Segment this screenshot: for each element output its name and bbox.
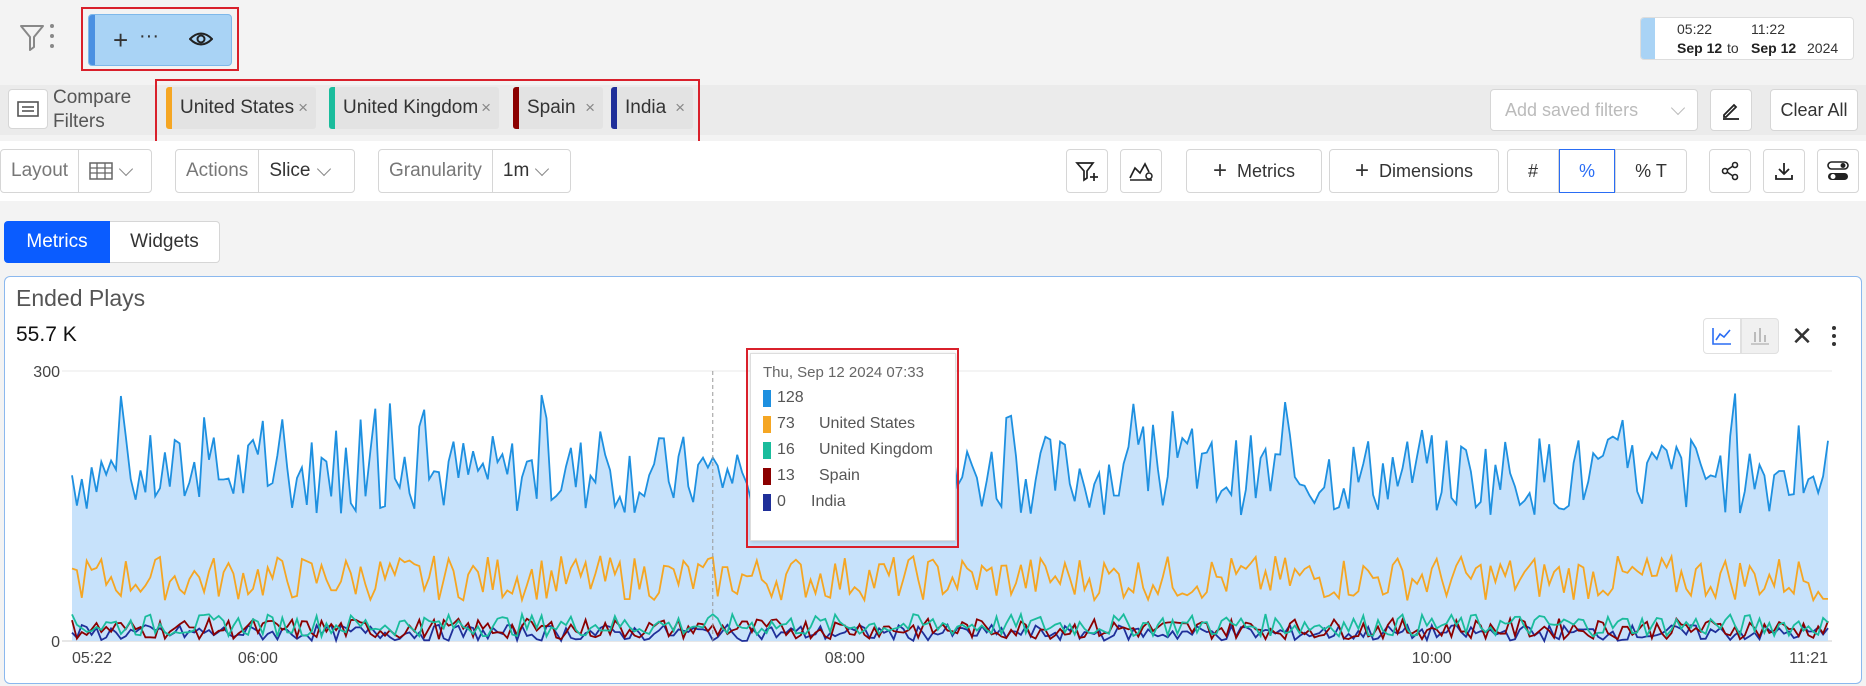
- chip-label: United Kingdom: [343, 97, 479, 118]
- clear-all-button[interactable]: Clear All: [1770, 89, 1858, 131]
- x-tick-label: 08:00: [825, 650, 865, 667]
- tooltip-row: 16 United Kingdom: [763, 437, 943, 463]
- tab-widgets[interactable]: Widgets: [110, 221, 220, 263]
- y-tick-label: 0: [51, 634, 60, 651]
- download-button[interactable]: [1763, 149, 1805, 193]
- layout-label: Layout: [1, 150, 80, 192]
- tooltip-timestamp: Thu, Sep 12 2024 07:33: [763, 364, 924, 381]
- chart-tooltip: Thu, Sep 12 2024 07:33 128 73 United Stat…: [750, 353, 956, 541]
- tab-metrics[interactable]: Metrics: [4, 221, 110, 263]
- compare-chip-united-states[interactable]: United States ×: [166, 87, 316, 129]
- percent-toggle[interactable]: %: [1559, 149, 1615, 193]
- absolute-value-toggle[interactable]: #: [1507, 149, 1559, 193]
- filter-plus-icon: [1075, 162, 1098, 182]
- add-query-icon[interactable]: +: [113, 25, 128, 56]
- remove-chip-icon[interactable]: ×: [675, 98, 685, 118]
- actions-select[interactable]: Actions Slice: [175, 149, 355, 193]
- chevron-down-icon: [316, 161, 331, 176]
- chip-label: United States: [180, 97, 295, 118]
- chip-color-bar: [166, 87, 172, 129]
- compare-chip-united-kingdom[interactable]: United Kingdom ×: [329, 87, 499, 129]
- percent-total-toggle[interactable]: % T: [1615, 149, 1687, 193]
- add-metrics-button[interactable]: + Metrics: [1186, 149, 1322, 193]
- actions-value: Slice: [269, 160, 311, 181]
- compare-chip-spain[interactable]: Spain ×: [513, 87, 603, 129]
- chip-color-bar: [611, 87, 617, 129]
- chart-anomaly-icon: [1129, 162, 1153, 181]
- tooltip-swatch: [763, 441, 771, 459]
- settings-toggle-button[interactable]: [1817, 149, 1859, 193]
- granularity-value: 1m: [502, 160, 530, 181]
- chip-label: Spain: [527, 97, 576, 118]
- download-icon: [1775, 163, 1793, 180]
- granularity-select[interactable]: Granularity 1m: [378, 149, 571, 193]
- more-icon[interactable]: ···: [139, 25, 159, 48]
- x-tick-label: 10:00: [1412, 650, 1452, 667]
- date-to-label: to: [1727, 40, 1739, 56]
- compare-chip-india[interactable]: India ×: [611, 87, 693, 129]
- start-date: Sep 12: [1677, 40, 1723, 56]
- edit-filters-button[interactable]: [1710, 89, 1752, 131]
- query-pill[interactable]: + ···: [88, 14, 232, 66]
- start-time: 05:22: [1677, 21, 1713, 37]
- chevron-down-icon: [118, 161, 134, 176]
- compare-filters-icon[interactable]: [8, 89, 48, 129]
- tooltip-row: 128: [763, 385, 943, 411]
- chip-label: India: [625, 97, 667, 118]
- filter-add-button[interactable]: [1066, 149, 1108, 193]
- filter-icon[interactable]: [18, 22, 46, 57]
- chip-color-bar: [329, 87, 335, 129]
- tooltip-swatch: [763, 467, 771, 485]
- anomaly-button[interactable]: [1120, 149, 1162, 193]
- chip-color-bar: [513, 87, 519, 129]
- end-time: 11:22: [1751, 21, 1785, 37]
- tooltip-swatch: [763, 415, 771, 433]
- remove-chip-icon[interactable]: ×: [481, 98, 491, 118]
- share-button[interactable]: [1709, 149, 1751, 193]
- tooltip-row: 0 India: [763, 489, 943, 515]
- date-range-picker[interactable]: 05:22 Sep 12 to 11:22 Sep 12 2024: [1640, 17, 1854, 60]
- actions-label: Actions: [176, 150, 260, 192]
- tooltip-swatch: [763, 493, 771, 511]
- share-icon: [1721, 161, 1739, 181]
- remove-chip-icon[interactable]: ×: [298, 98, 308, 118]
- eye-icon[interactable]: [188, 29, 214, 54]
- toggles-icon: [1827, 161, 1849, 180]
- year: 2024: [1807, 40, 1839, 56]
- plus-icon: +: [1354, 157, 1369, 184]
- grid-layout-icon: [89, 162, 113, 180]
- x-tick-label: 05:22: [72, 650, 112, 667]
- plus-icon: +: [1212, 157, 1227, 184]
- chevron-down-icon: [1670, 100, 1686, 115]
- y-tick-label: 300: [33, 364, 60, 381]
- pencil-icon: [1723, 103, 1739, 120]
- remove-chip-icon[interactable]: ×: [585, 98, 595, 118]
- tooltip-swatch: [763, 389, 771, 407]
- add-dimensions-button[interactable]: + Dimensions: [1329, 149, 1499, 193]
- layout-select[interactable]: Layout: [0, 149, 152, 193]
- end-date: Sep 12: [1751, 40, 1797, 56]
- chevron-down-icon: [535, 161, 550, 176]
- x-tick-label: 11:21: [1789, 650, 1828, 667]
- compare-filters-label: Compare Filters: [53, 87, 132, 132]
- tooltip-row: 13 Spain: [763, 463, 943, 489]
- saved-filters-select[interactable]: Add saved filters: [1490, 89, 1698, 131]
- card-title: Ended Plays: [16, 285, 146, 311]
- tooltip-row: 73 United States: [763, 411, 943, 437]
- filter-more-icon[interactable]: [50, 22, 56, 50]
- x-tick-label: 06:00: [238, 650, 278, 667]
- granularity-label: Granularity: [379, 150, 493, 192]
